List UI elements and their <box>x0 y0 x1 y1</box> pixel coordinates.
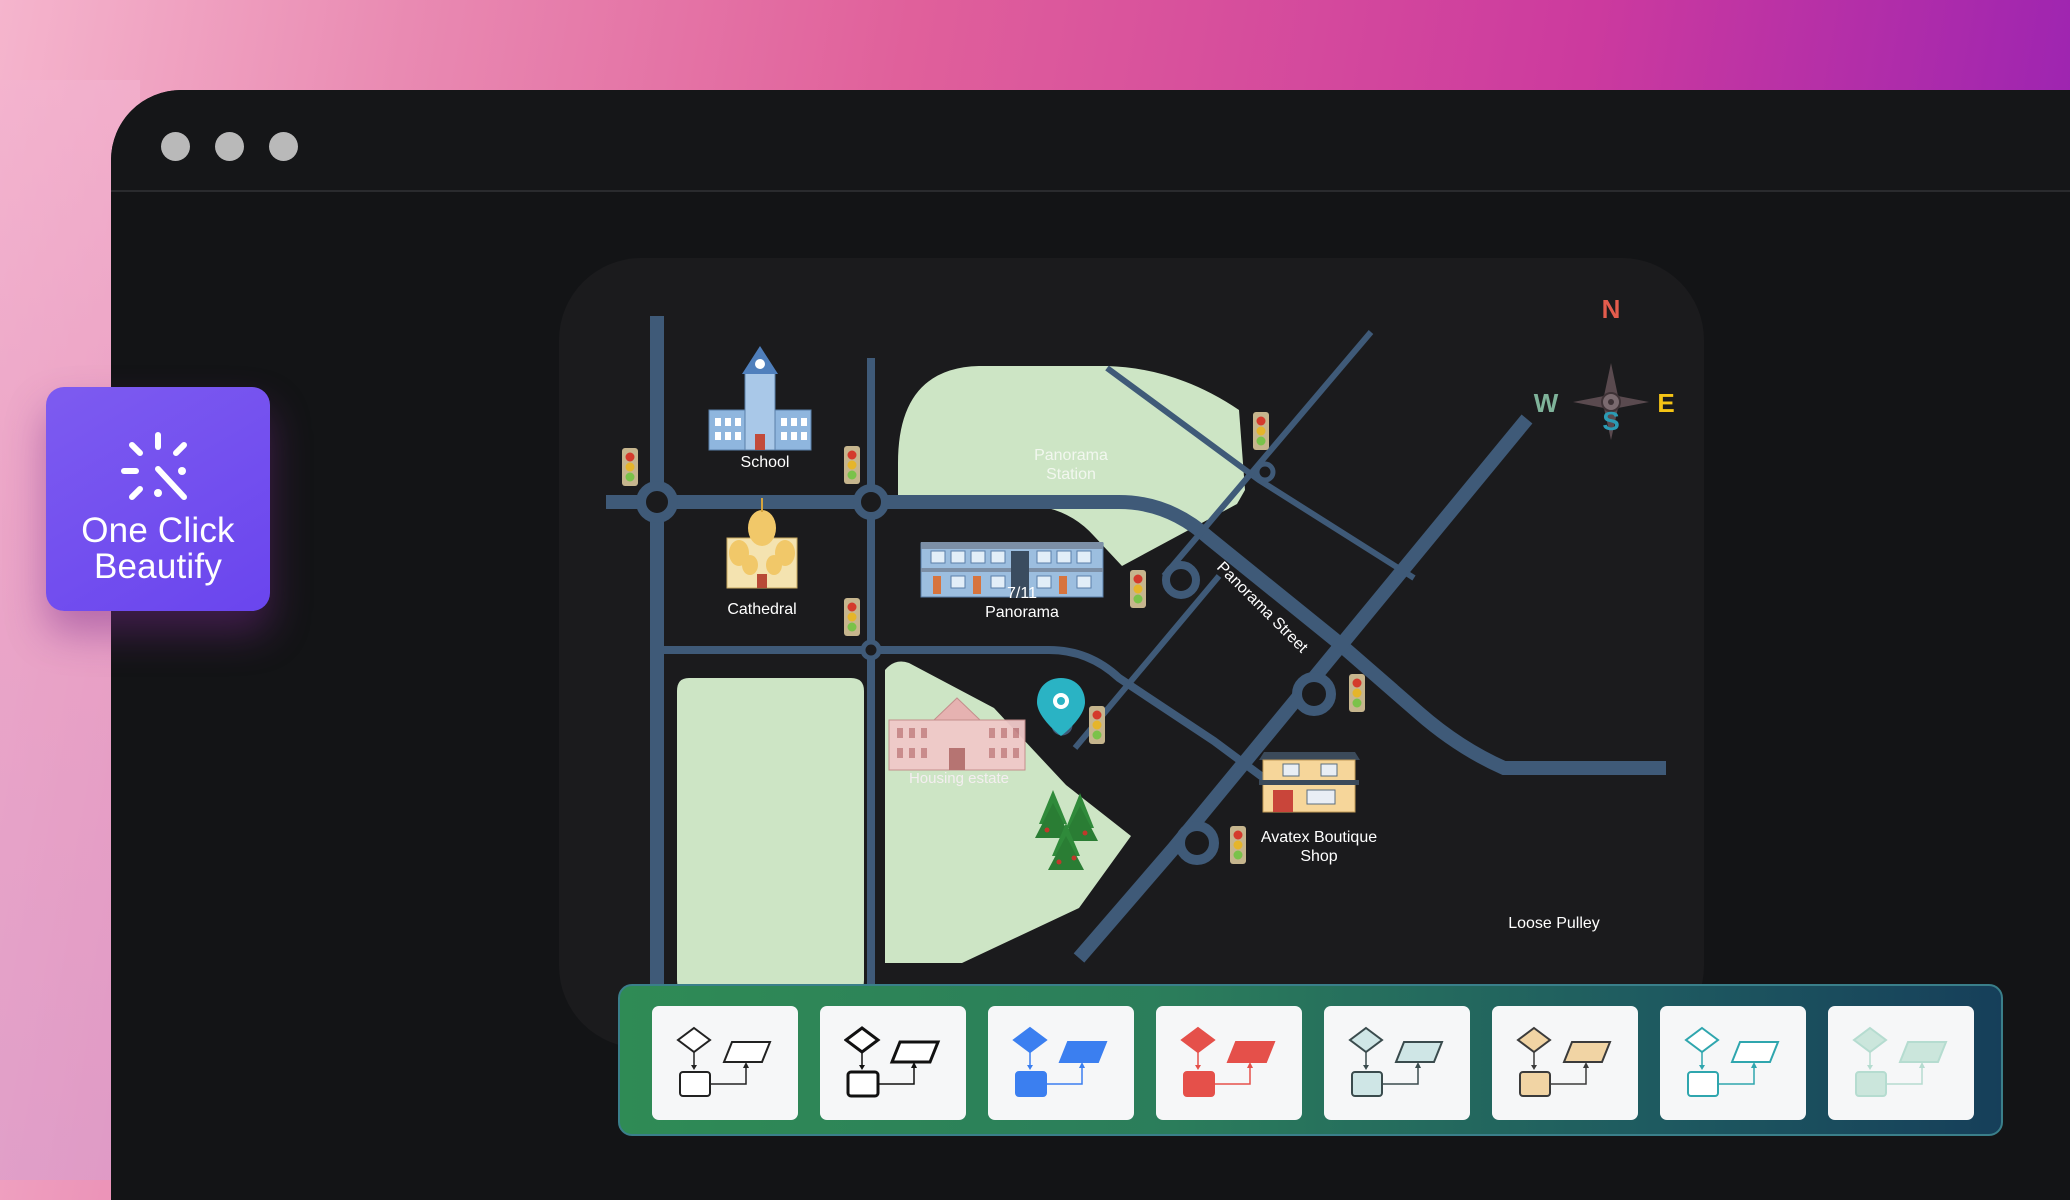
one-click-beautify-button[interactable]: One Click Beautify <box>46 387 270 611</box>
flowchart-preview-icon <box>1012 1026 1108 1097</box>
label-panorama-station-line1: Panorama <box>1034 447 1108 464</box>
label-store-line2: Panorama <box>985 604 1059 621</box>
location-pin-icon <box>1037 678 1085 736</box>
sparkle-wand-icon <box>121 432 187 500</box>
flowchart-preview-icon <box>844 1026 941 1098</box>
flowchart-preview-icon <box>1348 1026 1444 1097</box>
map-canvas[interactable]: School Cathedral Panorama Station 7/11 P… <box>559 258 1704 1048</box>
compass-east: E <box>1657 388 1674 418</box>
flowchart-preview-icon <box>676 1026 772 1097</box>
theme-card-1[interactable] <box>652 1006 798 1120</box>
window-dot-3[interactable] <box>269 132 298 161</box>
window-dot-2[interactable] <box>215 132 244 161</box>
label-panorama-station-line2: Station <box>1046 466 1096 483</box>
flowchart-preview-icon <box>1684 1026 1780 1097</box>
beautify-label-line1: One Click <box>81 511 235 550</box>
compass-south: S <box>1602 406 1619 436</box>
label-loose-pulley: Loose Pulley <box>1508 915 1600 932</box>
label-store-line1: 7/11 <box>1007 585 1037 602</box>
window-dot-1[interactable] <box>161 132 190 161</box>
flowchart-preview-icon <box>1516 1026 1612 1097</box>
beautify-label: One Click Beautify <box>46 513 270 585</box>
compass-north: N <box>1602 294 1621 324</box>
theme-card-7[interactable] <box>1660 1006 1806 1120</box>
park-left <box>677 678 864 995</box>
theme-card-5[interactable] <box>1324 1006 1470 1120</box>
window-titlebar <box>111 90 2070 192</box>
theme-card-6[interactable] <box>1492 1006 1638 1120</box>
beautify-label-line2: Beautify <box>93 547 223 586</box>
theme-card-4[interactable] <box>1156 1006 1302 1120</box>
cathedral-icon <box>726 498 798 589</box>
label-school: School <box>741 454 790 471</box>
label-cathedral: Cathedral <box>727 601 796 618</box>
theme-card-2[interactable] <box>820 1006 966 1120</box>
theme-card-8[interactable] <box>1828 1006 1974 1120</box>
flowchart-preview-icon <box>1180 1026 1276 1097</box>
label-housing-estate: Housing estate <box>909 770 1009 787</box>
boutique-shop-icon <box>1259 752 1360 813</box>
label-boutique-line2: Shop <box>1300 848 1337 865</box>
street-map: School Cathedral Panorama Station 7/11 P… <box>606 294 1675 1048</box>
label-boutique-line1: Avatex Boutique <box>1261 829 1377 846</box>
flowchart-preview-icon <box>1852 1026 1948 1097</box>
compass-west: W <box>1534 388 1559 418</box>
theme-toolbar <box>618 984 2003 1136</box>
theme-card-3[interactable] <box>988 1006 1134 1120</box>
school-building-icon <box>708 346 812 451</box>
